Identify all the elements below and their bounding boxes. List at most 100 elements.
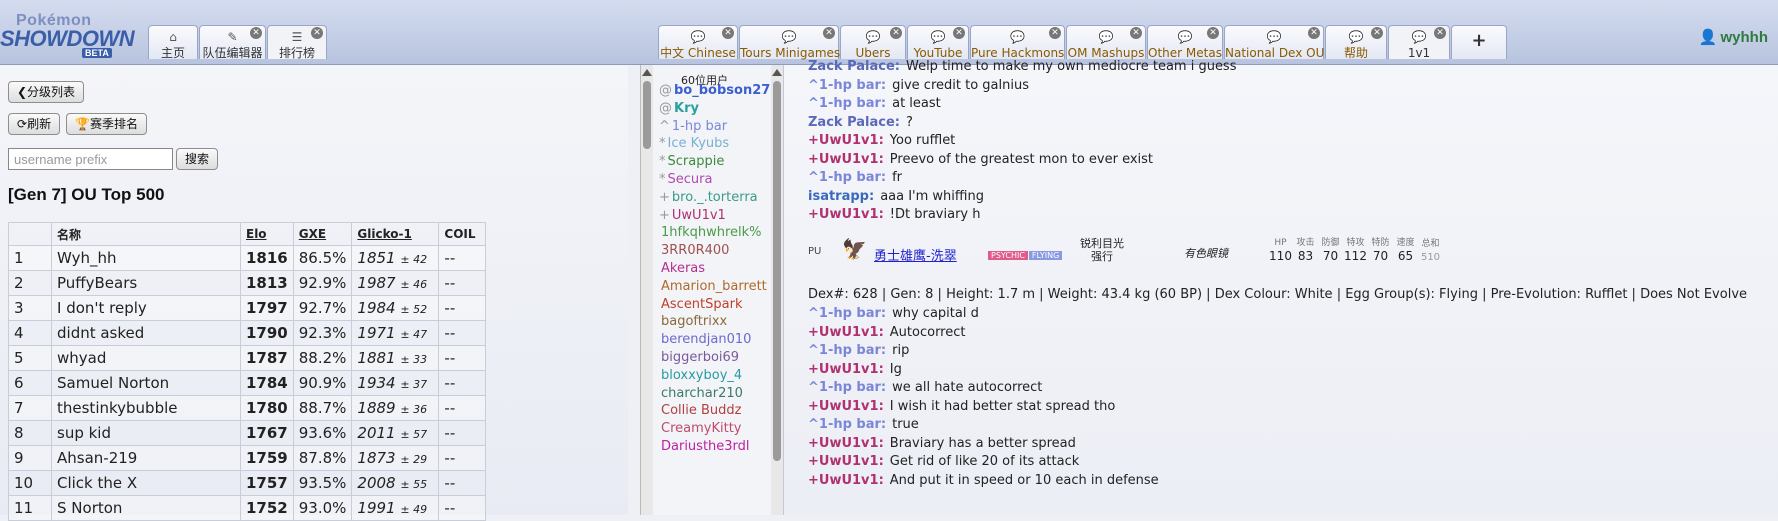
tab-room-youtube[interactable]: 💬 YouTube ✕ (907, 25, 969, 60)
user-list-item[interactable]: * Scrappie (659, 154, 724, 169)
close-icon[interactable]: ✕ (1308, 27, 1320, 39)
cell-name[interactable]: Wyh_hh (51, 245, 241, 271)
refresh-icon: ⟳ (17, 117, 28, 131)
chat-username[interactable]: +UwU1v1: (808, 133, 884, 148)
scroll-thumb[interactable] (643, 81, 651, 149)
userlist-scrollbar[interactable] (641, 65, 653, 515)
chat-scrollbar[interactable] (771, 65, 783, 515)
chat-username[interactable]: +UwU1v1: (808, 152, 884, 167)
scroll-up-icon[interactable] (642, 69, 652, 76)
tab-label: OM Mashups (1067, 46, 1145, 60)
cell-name[interactable]: Click the X (51, 470, 241, 496)
cell-name[interactable]: PuffyBears (51, 270, 241, 296)
glicko-value: 1851 (357, 249, 396, 267)
chat-username[interactable]: ^1-hp bar: (808, 78, 886, 93)
user-list-item[interactable]: Collie Buddz (659, 403, 741, 418)
user-list-item[interactable]: + bro._.torterra (659, 190, 758, 205)
user-list-item[interactable]: ^ 1-hp bar (659, 119, 727, 134)
cell-elo: 1759 (240, 445, 294, 471)
cell-name[interactable]: whyad (51, 345, 241, 371)
cell-name[interactable]: didnt asked (51, 320, 241, 346)
tab-room-ommashups[interactable]: 💬 OM Mashups ✕ (1066, 25, 1146, 60)
add-tab-button[interactable]: + (1451, 25, 1507, 59)
user-list-item[interactable]: bloxxyboy_4 (659, 368, 742, 383)
chat-username[interactable]: +UwU1v1: (808, 454, 884, 469)
season-ranking-button[interactable]: 🏆赛季排名 (66, 113, 147, 135)
chat-username[interactable]: +UwU1v1: (808, 399, 884, 414)
scroll-up-icon[interactable] (772, 69, 782, 76)
chat-username[interactable]: Zack Palace: (808, 59, 900, 74)
tab-room-chinese[interactable]: 💬 中文 Chinese ✕ (658, 25, 738, 60)
col-elo[interactable]: Elo (240, 222, 294, 246)
close-icon[interactable]: ✕ (823, 27, 835, 39)
scroll-thumb[interactable] (773, 81, 781, 461)
tab-room-1v1[interactable]: 💬 1v1 ✕ (1388, 25, 1450, 60)
user-list-item[interactable]: 1hfkqhwhrelk% (659, 225, 762, 240)
tab-room-nationaldex[interactable]: 💬 National Dex OU ✕ (1224, 25, 1324, 60)
chat-username[interactable]: ^1-hp bar: (808, 343, 886, 358)
tab-room-ubers[interactable]: 💬 Ubers ✕ (840, 25, 906, 60)
user-list-item[interactable]: CreamyKitty (659, 421, 741, 436)
chat-username[interactable]: Zack Palace: (808, 115, 900, 130)
showdown-logo[interactable]: Pokémon SHOWDOWN BETA (0, 10, 140, 58)
close-icon[interactable]: ✕ (311, 27, 323, 39)
user-list-item[interactable]: bagoftrixx (659, 314, 727, 329)
tab-ladder[interactable]: ☰ 排行榜 ✕ (267, 25, 327, 60)
username-prefix-input[interactable] (8, 148, 173, 170)
close-icon[interactable]: ✕ (953, 27, 965, 39)
chat-username[interactable]: +UwU1v1: (808, 436, 884, 451)
user-list-item[interactable]: biggerboi69 (659, 350, 739, 365)
tab-room-help[interactable]: 💬 帮助 ✕ (1325, 25, 1387, 60)
dex-pokemon-link[interactable]: 勇士雄鹰-洗翠 (874, 245, 957, 264)
user-list-item[interactable]: charchar210 (659, 386, 743, 401)
chat-username[interactable]: ^1-hp bar: (808, 170, 886, 185)
cell-name[interactable]: Ahsan-219 (51, 445, 241, 471)
tab-home[interactable]: ⌂ 主页 (148, 25, 198, 60)
back-to-formats-button[interactable]: ❮分级列表 (8, 81, 85, 103)
tab-teambuilder[interactable]: ✎ 队伍编辑器 ✕ (199, 25, 266, 60)
user-list-item[interactable]: Akeras (659, 261, 705, 276)
chat-username[interactable]: isatrapp: (808, 189, 874, 204)
close-icon[interactable]: ✕ (1049, 27, 1061, 39)
search-button[interactable]: 搜索 (176, 148, 219, 170)
close-icon[interactable]: ✕ (1207, 27, 1219, 39)
col-gxe[interactable]: GXE (292, 222, 353, 246)
cell-name[interactable]: thestinkybubble (51, 395, 241, 421)
tab-room-purehackmons[interactable]: 💬 Pure Hackmons ✕ (970, 25, 1065, 60)
cell-name[interactable]: Samuel Norton (51, 370, 241, 396)
close-icon[interactable]: ✕ (250, 27, 262, 39)
cell-name[interactable]: sup kid (51, 420, 241, 446)
user-list-item[interactable]: Amarion_barrett (659, 279, 767, 294)
cell-rank: 3 (8, 295, 52, 321)
user-list-item[interactable]: @ Kry (659, 101, 699, 116)
user-list-item[interactable]: + UwU1v1 (659, 208, 726, 223)
refresh-button[interactable]: ⟳刷新 (8, 113, 61, 135)
chat-username[interactable]: ^1-hp bar: (808, 417, 886, 432)
user-list-item[interactable]: * Secura (659, 172, 712, 187)
close-icon[interactable]: ✕ (1434, 27, 1446, 39)
user-list-item[interactable]: * Ice Kyubs (659, 136, 729, 151)
chat-username[interactable]: ^1-hp bar: (808, 306, 886, 321)
chat-username[interactable]: +UwU1v1: (808, 473, 884, 488)
close-icon[interactable]: ✕ (1371, 27, 1383, 39)
user-name: Collie Buddz (661, 403, 742, 419)
cell-name[interactable]: S Norton (51, 495, 241, 521)
cell-name[interactable]: I don't reply (51, 295, 241, 321)
tab-room-othermetas[interactable]: 💬 Other Metas ✕ (1147, 25, 1223, 60)
user-list-item[interactable]: Dariusthe3rdl (659, 439, 750, 454)
chat-username[interactable]: +UwU1v1: (808, 362, 884, 377)
current-user[interactable]: 👤 wyhhh (1699, 28, 1768, 46)
user-list-item[interactable]: @ bo_bobson27 (659, 83, 770, 98)
chat-username[interactable]: ^1-hp bar: (808, 96, 886, 111)
col-glicko[interactable]: Glicko-1 (351, 222, 440, 246)
close-icon[interactable]: ✕ (890, 27, 902, 39)
chat-username[interactable]: +UwU1v1: (808, 207, 884, 222)
close-icon[interactable]: ✕ (1130, 27, 1142, 39)
chat-username[interactable]: ^1-hp bar: (808, 380, 886, 395)
user-list-item[interactable]: AscentSpark (659, 297, 743, 312)
chat-username[interactable]: +UwU1v1: (808, 325, 884, 340)
tab-room-tours[interactable]: 💬 Tours Minigames ✕ (739, 25, 840, 60)
close-icon[interactable]: ✕ (722, 27, 734, 39)
user-list-item[interactable]: 3RR0R400 (659, 243, 729, 258)
user-list-item[interactable]: berendjan010 (659, 332, 751, 347)
